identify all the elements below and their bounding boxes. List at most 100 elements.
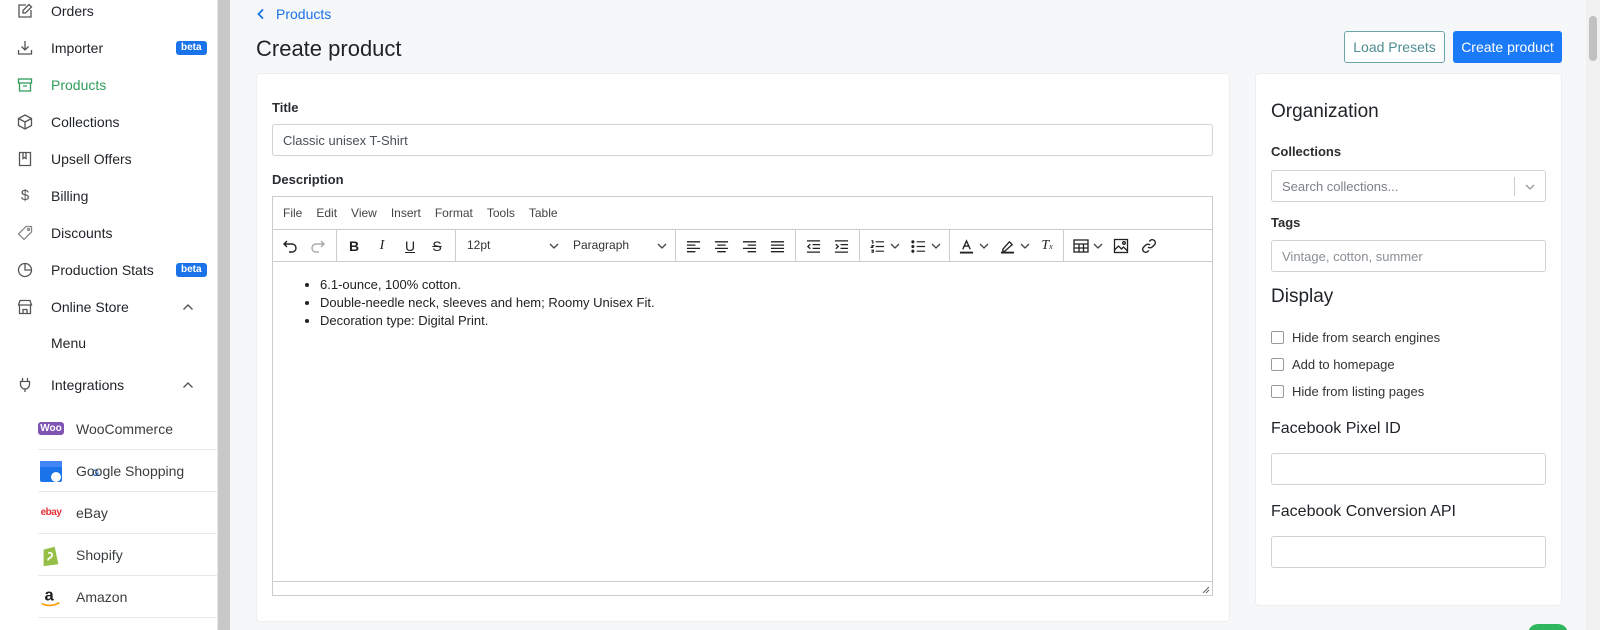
editor-content[interactable]: 6.1-ounce, 100% cotton. Double-needle ne… bbox=[273, 262, 1212, 582]
underline-icon[interactable]: U bbox=[402, 238, 418, 254]
facebook-conversion-label: Facebook Conversion API bbox=[1271, 503, 1456, 520]
sidebar-item-importer[interactable]: Importer beta bbox=[0, 29, 217, 66]
sidebar-item-discounts[interactable]: Discounts bbox=[0, 214, 217, 251]
outdent-icon[interactable] bbox=[805, 238, 821, 254]
hide-search-engines-checkbox[interactable] bbox=[1271, 331, 1284, 344]
chevron-down-icon[interactable] bbox=[979, 241, 989, 251]
integration-ebay[interactable]: ebay eBay bbox=[38, 492, 217, 534]
chat-widget-button[interactable] bbox=[1528, 624, 1568, 630]
sidebar: Orders Importer beta Products Collection… bbox=[0, 0, 218, 630]
plug-icon bbox=[17, 377, 33, 393]
description-editor: File Edit View Insert Format Tools Table… bbox=[272, 196, 1213, 596]
integration-google-shopping[interactable]: G Google Shopping bbox=[38, 450, 217, 492]
undo-icon[interactable] bbox=[282, 238, 298, 254]
editor-statusbar bbox=[273, 581, 1212, 595]
chevron-left-icon bbox=[257, 8, 264, 20]
chevron-down-icon[interactable] bbox=[549, 241, 559, 251]
bullet-list-icon[interactable] bbox=[910, 238, 926, 254]
menu-view[interactable]: View bbox=[351, 206, 377, 220]
google-shopping-logo: G bbox=[38, 458, 99, 484]
chevron-down-icon[interactable] bbox=[890, 241, 900, 251]
sidebar-item-products[interactable]: Products bbox=[0, 66, 217, 103]
link-icon[interactable] bbox=[1141, 238, 1157, 254]
menu-format[interactable]: Format bbox=[435, 206, 473, 220]
chevron-up-icon[interactable] bbox=[182, 379, 194, 391]
highlight-color-icon[interactable] bbox=[999, 238, 1015, 254]
organization-title: Organization bbox=[1271, 101, 1379, 122]
facebook-conversion-input[interactable] bbox=[1271, 536, 1546, 568]
collections-label: Collections bbox=[1271, 144, 1342, 159]
menu-file[interactable]: File bbox=[283, 206, 302, 220]
organization-card: Organization Collections Search collecti… bbox=[1255, 73, 1562, 606]
integration-amazon[interactable]: a Amazon bbox=[38, 576, 217, 618]
sidebar-item-production-stats[interactable]: Production Stats beta bbox=[0, 251, 217, 288]
strikethrough-icon[interactable]: S bbox=[429, 238, 445, 254]
breadcrumb-products[interactable]: Products bbox=[276, 6, 331, 22]
sidebar-item-menu[interactable]: Menu bbox=[51, 335, 86, 351]
menu-table[interactable]: Table bbox=[529, 206, 558, 220]
redo-icon[interactable] bbox=[310, 238, 326, 254]
list-item: 6.1-ounce, 100% cotton. bbox=[320, 276, 1192, 294]
resize-handle-icon[interactable] bbox=[1200, 584, 1210, 594]
woocommerce-logo: Woo bbox=[38, 422, 64, 435]
collections-placeholder: Search collections... bbox=[1282, 179, 1399, 194]
create-product-button[interactable]: Create product bbox=[1453, 31, 1562, 63]
numbered-list-icon[interactable] bbox=[869, 238, 885, 254]
display-title: Display bbox=[1271, 286, 1334, 307]
align-center-icon[interactable] bbox=[713, 238, 729, 254]
tags-input[interactable]: Vintage, cotton, summer bbox=[1271, 240, 1546, 272]
list-item: Double-needle neck, sleeves and hem; Roo… bbox=[320, 294, 1192, 312]
integration-shopify[interactable]: Shopify bbox=[38, 534, 217, 576]
add-homepage-checkbox[interactable] bbox=[1271, 358, 1284, 371]
breadcrumb[interactable]: Products bbox=[256, 6, 331, 22]
hide-listing-row[interactable]: Hide from listing pages bbox=[1271, 384, 1424, 399]
page-title: Create product bbox=[256, 36, 402, 61]
sidebar-item-collections[interactable]: Collections bbox=[0, 103, 217, 140]
clear-formatting-icon[interactable]: Tx bbox=[1039, 238, 1055, 254]
amazon-logo: a bbox=[38, 584, 64, 610]
chevron-down-icon[interactable] bbox=[1093, 241, 1103, 251]
load-presets-button[interactable]: Load Presets bbox=[1344, 31, 1445, 63]
font-size-select[interactable]: 12pt bbox=[467, 238, 490, 252]
chevron-down-icon[interactable] bbox=[1524, 181, 1536, 193]
chevron-down-icon[interactable] bbox=[1020, 241, 1030, 251]
align-justify-icon[interactable] bbox=[769, 238, 785, 254]
menu-insert[interactable]: Insert bbox=[391, 206, 421, 220]
tags-label: Tags bbox=[1271, 215, 1301, 230]
integration-woocommerce[interactable]: Woo WooCommerce bbox=[38, 408, 217, 450]
collections-select[interactable]: Search collections... bbox=[1271, 170, 1546, 202]
add-homepage-row[interactable]: Add to homepage bbox=[1271, 357, 1395, 372]
sidebar-item-online-store[interactable]: Online Store bbox=[0, 288, 217, 325]
sidebar-item-billing[interactable]: $ Billing bbox=[0, 177, 217, 214]
menu-edit[interactable]: Edit bbox=[316, 206, 337, 220]
sidebar-scrollbar[interactable] bbox=[218, 0, 230, 630]
editor-toolbar: B I U S 12pt Paragraph Tx bbox=[273, 230, 1212, 262]
main-scrollbar[interactable] bbox=[1586, 0, 1600, 630]
sidebar-item-orders[interactable]: Orders bbox=[0, 0, 217, 29]
table-icon[interactable] bbox=[1073, 238, 1089, 254]
italic-icon[interactable]: I bbox=[374, 238, 390, 254]
sidebar-item-upsell-offers[interactable]: Upsell Offers bbox=[0, 140, 217, 177]
block-format-select[interactable]: Paragraph bbox=[573, 238, 629, 252]
facebook-pixel-input[interactable] bbox=[1271, 453, 1546, 485]
chevron-down-icon[interactable] bbox=[657, 241, 667, 251]
hide-search-engines-row[interactable]: Hide from search engines bbox=[1271, 330, 1440, 345]
chevron-up-icon[interactable] bbox=[182, 301, 194, 313]
shopify-logo bbox=[38, 542, 64, 568]
beta-badge: beta bbox=[176, 262, 207, 277]
title-input[interactable]: Classic unisex T-Shirt bbox=[272, 124, 1213, 156]
tag-icon bbox=[17, 225, 33, 241]
store-icon bbox=[17, 299, 33, 315]
menu-tools[interactable]: Tools bbox=[487, 206, 515, 220]
sidebar-item-integrations[interactable]: Integrations bbox=[0, 366, 217, 403]
bold-icon[interactable]: B bbox=[346, 238, 362, 254]
indent-icon[interactable] bbox=[833, 238, 849, 254]
chevron-down-icon[interactable] bbox=[931, 241, 941, 251]
image-icon[interactable] bbox=[1113, 238, 1129, 254]
hide-listing-checkbox[interactable] bbox=[1271, 385, 1284, 398]
align-left-icon[interactable] bbox=[685, 238, 701, 254]
beta-badge: beta bbox=[176, 40, 207, 55]
text-color-icon[interactable] bbox=[958, 238, 974, 254]
pie-chart-icon bbox=[17, 262, 33, 278]
align-right-icon[interactable] bbox=[741, 238, 757, 254]
